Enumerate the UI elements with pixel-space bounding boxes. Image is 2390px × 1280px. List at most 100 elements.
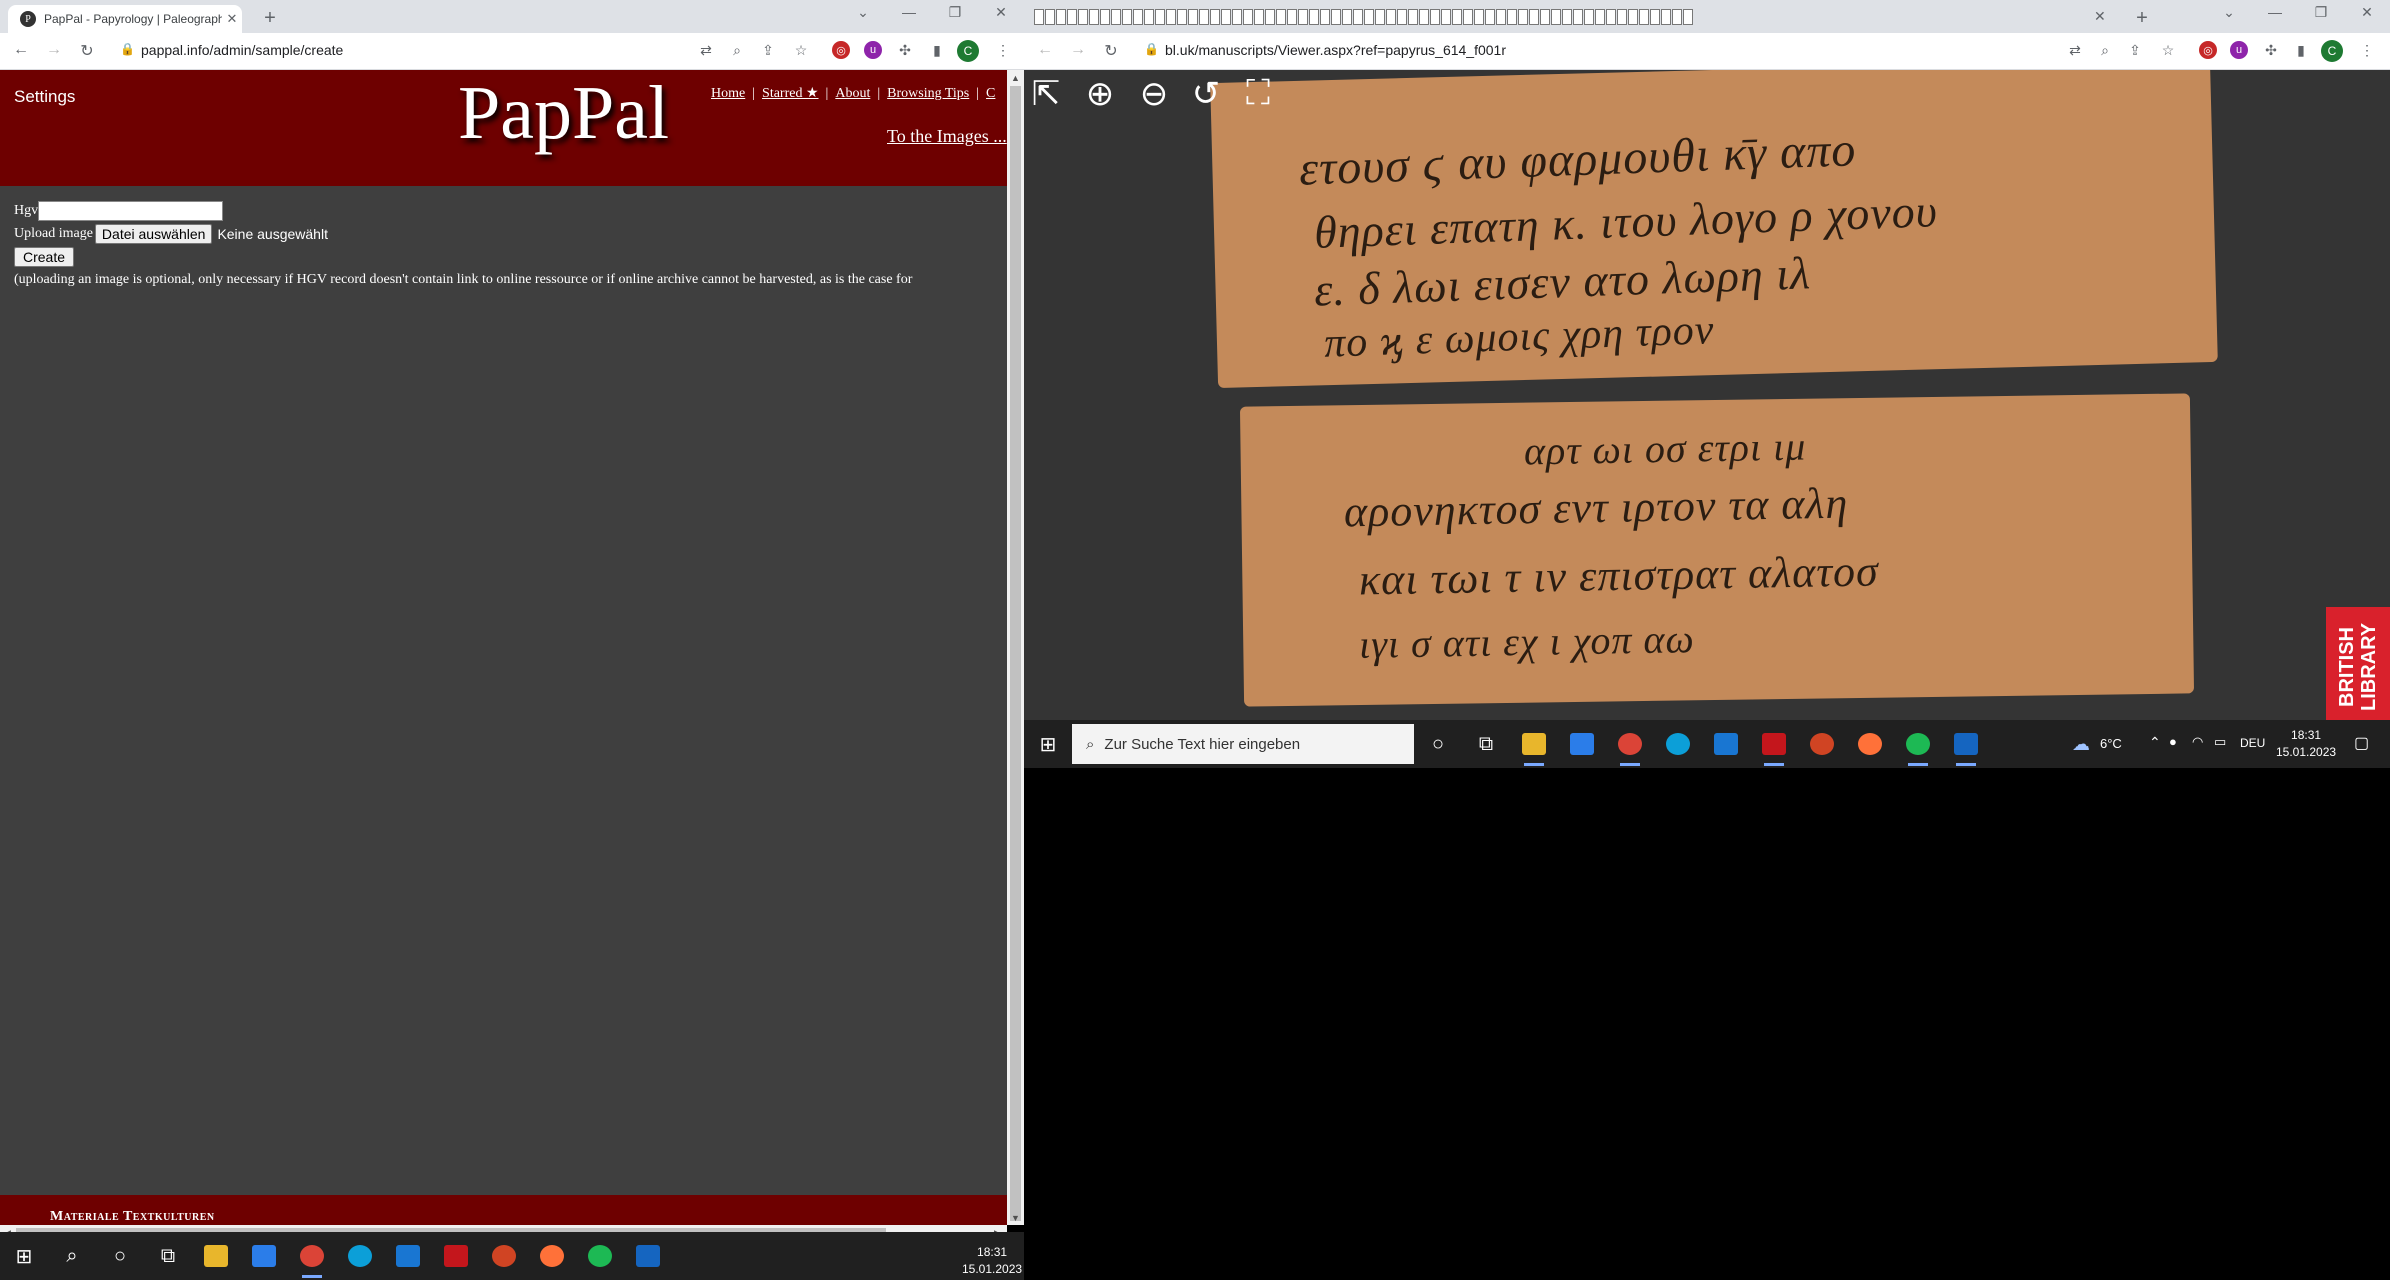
tray-chevron-icon[interactable]: ⌃ (2149, 734, 2161, 751)
restore-button[interactable]: ❐ (2298, 4, 2344, 21)
weather-temperature[interactable]: 6°C (2100, 736, 2122, 751)
spotify-icon[interactable] (576, 1232, 624, 1280)
vertical-scrollbar[interactable]: ▲ ▼ (1007, 70, 1024, 1225)
translate-icon[interactable]: ⇄ (2066, 42, 2084, 59)
windows-start-icon[interactable]: ⊞ (1024, 720, 1072, 768)
taskbar-search-box[interactable]: ⌕ Zur Suche Text hier eingeben (1072, 724, 1414, 764)
site-logo[interactable]: PapPal (458, 70, 669, 157)
address-bar[interactable]: bl.uk/manuscripts/Viewer.aspx?ref=papyru… (1165, 42, 1506, 58)
lock-icon[interactable]: 🔒 (1144, 42, 1159, 56)
lock-icon[interactable]: 🔒 (120, 42, 135, 56)
cortana-icon[interactable]: ○ (1414, 720, 1462, 768)
share-icon[interactable]: ⇪ (759, 42, 777, 59)
manuscript-viewer[interactable]: ετουσ ϛ αυ φαρμουθι κ̄γ απο θηρει επατη … (1024, 70, 2390, 720)
nav-starred[interactable]: Starred ★ (762, 86, 818, 101)
address-bar[interactable]: pappal.info/admin/sample/create (141, 42, 343, 58)
close-window-button[interactable]: ✕ (2344, 4, 2390, 21)
new-tab-button[interactable]: + (2130, 7, 2154, 30)
windows-start-icon[interactable]: ⊞ (0, 1232, 48, 1280)
firefox-icon[interactable] (1846, 720, 1894, 768)
new-tab-button[interactable]: + (258, 7, 282, 30)
extension-purple-icon[interactable]: u (864, 41, 882, 59)
rotate-icon[interactable]: ↺ (1184, 74, 1228, 114)
exit-viewer-icon[interactable]: ⇱ (1024, 74, 1068, 114)
tab-search-icon[interactable]: ⌄ (2206, 4, 2252, 21)
zoom-in-icon[interactable]: ⊕ (1078, 74, 1122, 114)
extension-red-icon[interactable]: ◎ (2199, 41, 2217, 59)
hgv-input[interactable] (38, 200, 224, 221)
battery-icon[interactable]: ▭ (2214, 734, 2226, 750)
scroll-down-arrow-icon[interactable]: ▼ (1011, 1213, 1020, 1223)
bookmark-star-icon[interactable]: ☆ (792, 42, 810, 59)
reload-button[interactable]: ↻ (1101, 41, 1121, 61)
menu-dots-icon[interactable]: ⋮ (2358, 42, 2376, 59)
input-language[interactable]: DEU (2240, 736, 2265, 750)
right-clock[interactable]: 18:31 15.01.2023 (2276, 727, 2336, 761)
settings-link[interactable]: Settings (14, 87, 75, 107)
bookmark-star-icon[interactable]: ☆ (2159, 42, 2177, 59)
tab-close-icon[interactable]: ✕ (2094, 8, 2106, 25)
zoom-icon[interactable]: ⌕ (2096, 42, 2114, 59)
file-explorer-icon[interactable] (1510, 720, 1558, 768)
extension-purple-icon[interactable]: u (2230, 41, 2248, 59)
create-button[interactable]: Create (14, 246, 75, 267)
zoom-icon[interactable]: ⌕ (728, 42, 746, 59)
photos-icon[interactable] (1942, 720, 1990, 768)
notification-icon[interactable]: ▢ (2354, 733, 2369, 753)
cortana-icon[interactable]: ○ (96, 1232, 144, 1280)
powerpoint-icon[interactable] (480, 1232, 528, 1280)
tray-meet-icon[interactable]: ● (2169, 734, 2177, 749)
tab-close-icon[interactable]: ✕ (222, 11, 242, 27)
pinned-tabs-strip[interactable] (1034, 9, 1693, 25)
mail-icon[interactable] (1702, 720, 1750, 768)
minimize-button[interactable]: — (2252, 4, 2298, 21)
photos-icon[interactable] (624, 1232, 672, 1280)
translate-icon[interactable]: ⇄ (697, 42, 715, 59)
fullscreen-icon[interactable]: ⛶ (1236, 74, 1280, 113)
left-clock[interactable]: 18:31 15.01.2023 (962, 1244, 1022, 1278)
share-icon[interactable]: ⇪ (2126, 42, 2144, 59)
powerpoint-icon[interactable] (1798, 720, 1846, 768)
edge-icon[interactable] (336, 1232, 384, 1280)
edge-icon[interactable] (1654, 720, 1702, 768)
chrome-icon[interactable] (1606, 720, 1654, 768)
menu-dots-icon[interactable]: ⋮ (994, 42, 1012, 59)
nav-truncated[interactable]: C (986, 86, 995, 101)
tab-pappal[interactable]: P PapPal - Papyrology | Paleograph ✕ (8, 5, 242, 33)
choose-file-button[interactable]: Datei auswählen (94, 223, 213, 244)
extensions-puzzle-icon[interactable]: ✣ (2262, 42, 2280, 59)
acrobat-icon[interactable] (1750, 720, 1798, 768)
side-panel-icon[interactable]: ▮ (928, 42, 946, 59)
minimize-button[interactable]: — (886, 4, 932, 21)
tab-search-icon[interactable]: ⌄ (840, 4, 886, 21)
profile-avatar[interactable]: C (2321, 40, 2343, 62)
firefox-icon[interactable] (528, 1232, 576, 1280)
footer-logo-text[interactable]: Materiale Textkulturen (50, 1209, 215, 1225)
task-view-icon[interactable]: ⧉ (144, 1232, 192, 1280)
network-icon[interactable]: ◠ (2192, 734, 2203, 750)
forward-button[interactable]: → (44, 41, 64, 59)
mail-icon[interactable] (384, 1232, 432, 1280)
back-button[interactable]: ← (1035, 41, 1055, 59)
side-panel-icon[interactable]: ▮ (2292, 42, 2310, 59)
forward-button[interactable]: → (1068, 41, 1088, 59)
nav-about[interactable]: About (835, 86, 870, 101)
acrobat-icon[interactable] (432, 1232, 480, 1280)
reload-button[interactable]: ↻ (77, 41, 97, 61)
nav-browsing-tips[interactable]: Browsing Tips (887, 86, 969, 101)
spotify-icon[interactable] (1894, 720, 1942, 768)
profile-avatar[interactable]: C (957, 40, 979, 62)
store-icon[interactable] (1558, 720, 1606, 768)
chrome-icon[interactable] (288, 1232, 336, 1280)
task-view-icon[interactable]: ⧉ (1462, 720, 1510, 768)
to-the-images-link[interactable]: To the Images ... (887, 126, 1007, 147)
search-icon[interactable]: ⌕ (48, 1232, 96, 1280)
close-window-button[interactable]: ✕ (978, 4, 1024, 21)
zoom-out-icon[interactable]: ⊖ (1132, 74, 1176, 114)
vertical-scroll-thumb[interactable] (1010, 86, 1021, 1221)
back-button[interactable]: ← (11, 41, 31, 59)
extensions-puzzle-icon[interactable]: ✣ (896, 42, 914, 59)
restore-button[interactable]: ❐ (932, 4, 978, 21)
store-icon[interactable] (240, 1232, 288, 1280)
extension-red-icon[interactable]: ◎ (832, 41, 850, 59)
